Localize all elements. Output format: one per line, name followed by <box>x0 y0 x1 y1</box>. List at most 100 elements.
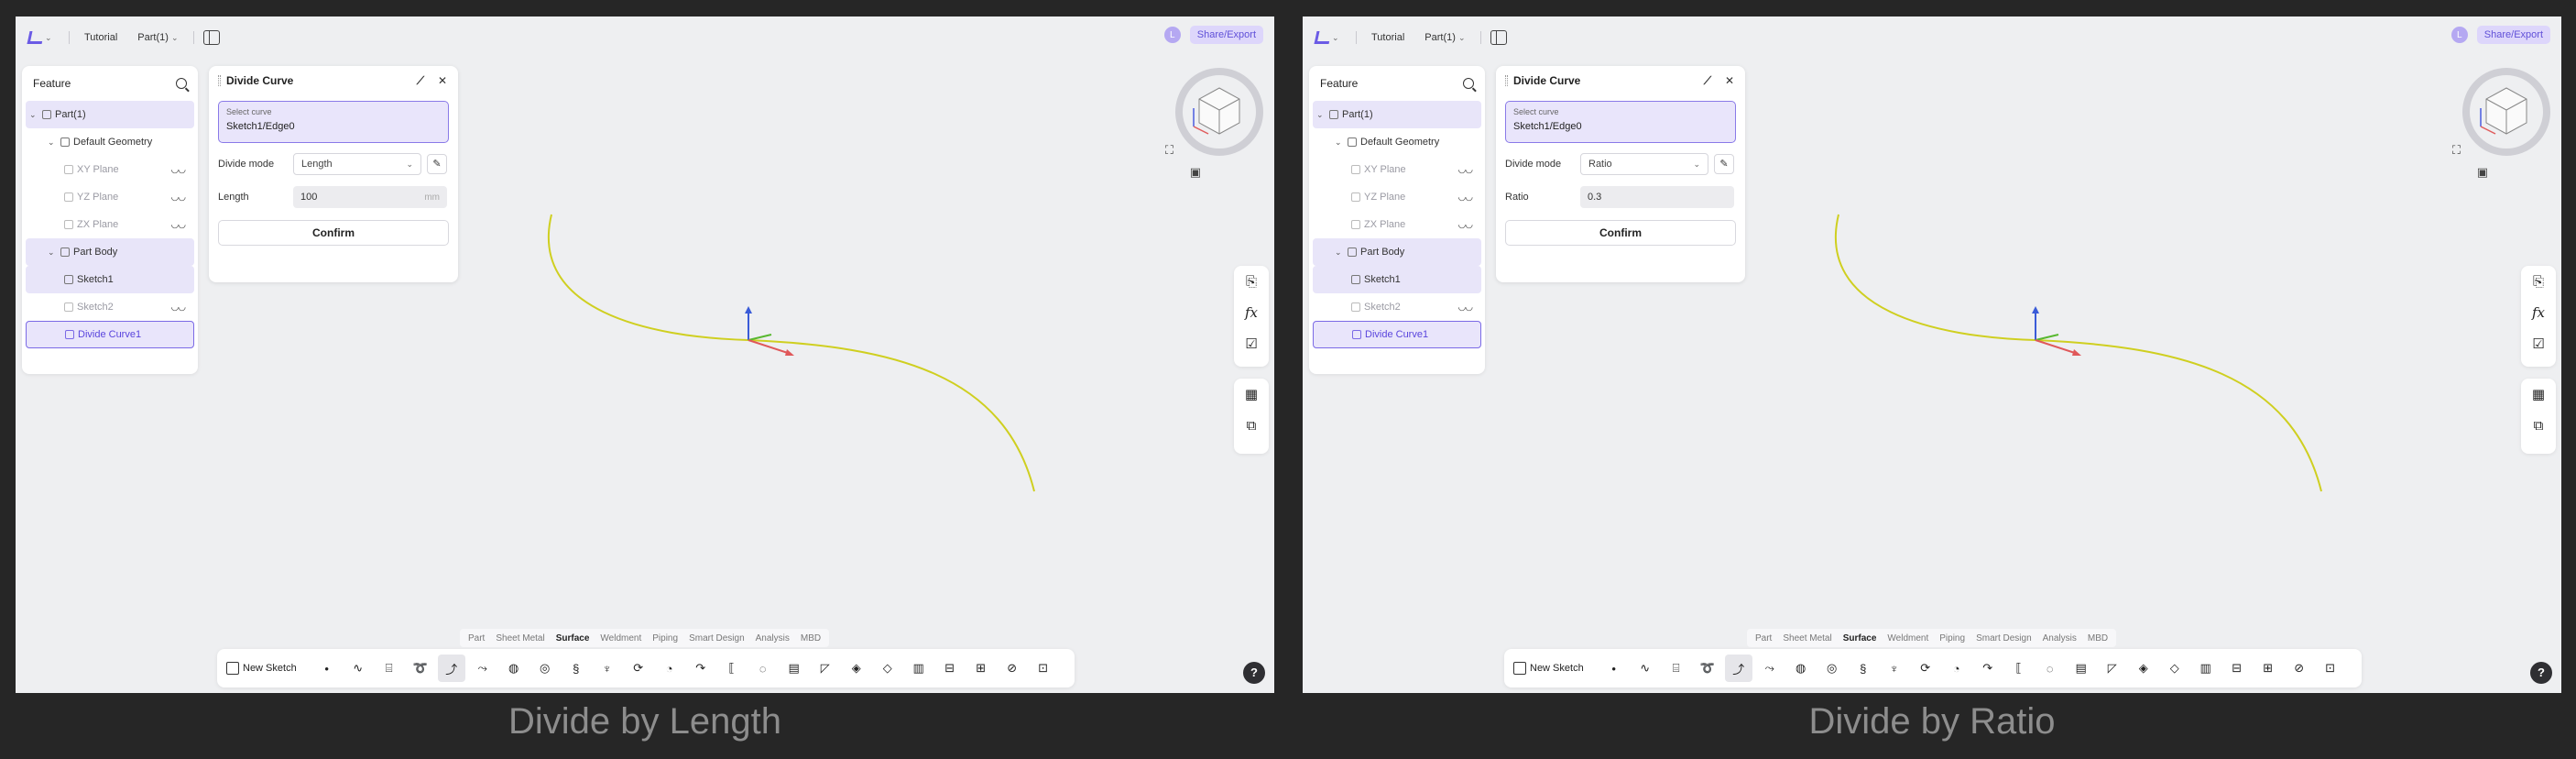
ruled-surface-icon[interactable]: ◸ <box>812 654 839 682</box>
library-icon[interactable]: ▦ <box>1234 379 1269 410</box>
curve[interactable] <box>1835 214 2322 492</box>
viewport-canvas[interactable] <box>1303 16 2561 693</box>
tree-item-sketch1[interactable]: Sketch1 <box>26 266 194 293</box>
app-logo[interactable]: ⌄ <box>1314 28 1347 48</box>
fit-view-icon[interactable]: ⛶ <box>1165 143 1173 158</box>
revolve-surface-icon[interactable]: ◎ <box>1818 654 1846 682</box>
tab-smart-design[interactable]: Smart Design <box>1971 633 2036 644</box>
chevron-down-icon[interactable]: ⌄ <box>1335 138 1344 148</box>
drag-handle-icon[interactable] <box>218 75 221 86</box>
tree-item-xy-plane[interactable]: XY Plane ◡◡ <box>26 156 194 183</box>
library-icon[interactable]: ▦ <box>2521 379 2556 410</box>
close-icon[interactable]: ✕ <box>436 74 449 87</box>
chevron-down-icon[interactable]: ⌄ <box>29 110 38 120</box>
tree-item-part[interactable]: ⌄ Part(1) <box>26 101 194 128</box>
tree-item-part-body[interactable]: ⌄ Part Body <box>1313 238 1481 266</box>
ratio-input[interactable]: 0.3 <box>1580 186 1734 208</box>
projection-icon[interactable]: ⌸ <box>376 654 403 682</box>
tree-item-divide-curve1[interactable]: Divide Curve1 <box>26 321 194 348</box>
delete-face-icon[interactable]: ⊟ <box>936 654 964 682</box>
search-icon[interactable] <box>1463 78 1474 89</box>
function-icon[interactable]: fx <box>2521 297 2556 328</box>
fit-view-icon[interactable]: ⛶ <box>2452 143 2461 158</box>
view-style-icon[interactable]: ▣ <box>2477 165 2488 180</box>
knit-surface-icon[interactable]: ◌ <box>2036 654 2064 682</box>
point-icon[interactable]: • <box>1600 654 1628 682</box>
tab-sheet-metal[interactable]: Sheet Metal <box>491 633 549 644</box>
breadcrumb-tutorial[interactable]: Tutorial <box>79 32 123 43</box>
tab-smart-design[interactable]: Smart Design <box>684 633 749 644</box>
edit-icon[interactable]: ✎ <box>1714 154 1734 174</box>
eye-hidden-icon[interactable]: ◡◡ <box>171 165 186 175</box>
flatten-icon[interactable]: ▥ <box>2192 654 2220 682</box>
extend-surface-icon[interactable]: ↷ <box>1974 654 2002 682</box>
cut-with-surface-icon[interactable]: ⊘ <box>2286 654 2313 682</box>
eye-hidden-icon[interactable]: ◡◡ <box>1458 192 1473 203</box>
tab-mbd[interactable]: MBD <box>796 633 825 644</box>
delete-face-icon[interactable]: ⊟ <box>2223 654 2251 682</box>
eye-hidden-icon[interactable]: ◡◡ <box>171 220 186 230</box>
ruled-surface-icon[interactable]: ◸ <box>2099 654 2126 682</box>
tab-sheet-metal[interactable]: Sheet Metal <box>1778 633 1836 644</box>
length-input[interactable]: 100 mm <box>293 186 447 208</box>
avatar[interactable]: L <box>2450 27 2468 43</box>
revolve-surface-icon[interactable]: ◎ <box>531 654 559 682</box>
tree-item-sketch2[interactable]: Sketch2 ◡◡ <box>1313 293 1481 321</box>
loft-surface-icon[interactable]: ♆ <box>1881 654 1908 682</box>
eye-hidden-icon[interactable]: ◡◡ <box>1458 220 1473 230</box>
new-sketch-button[interactable]: New Sketch <box>1513 662 1597 675</box>
curve[interactable] <box>548 214 1035 492</box>
close-icon[interactable]: ✕ <box>1723 74 1736 87</box>
tab-analysis[interactable]: Analysis <box>751 633 794 644</box>
help-button[interactable]: ? <box>2530 662 2552 684</box>
point-icon[interactable]: • <box>313 654 341 682</box>
measure-icon[interactable]: ⧉ <box>1234 410 1269 441</box>
eye-hidden-icon[interactable]: ◡◡ <box>1458 165 1473 175</box>
checklist-icon[interactable]: ☑ <box>1234 328 1269 359</box>
document-settings-icon[interactable]: ⎘ <box>2521 266 2556 297</box>
tab-mbd[interactable]: MBD <box>2083 633 2112 644</box>
confirm-button[interactable]: Confirm <box>1505 220 1736 246</box>
flatten-icon[interactable]: ▥ <box>905 654 933 682</box>
checklist-icon[interactable]: ☑ <box>2521 328 2556 359</box>
thicken-icon[interactable]: ▤ <box>2068 654 2095 682</box>
tab-weldment[interactable]: Weldment <box>1883 633 1933 644</box>
view-cube[interactable] <box>1173 66 1265 158</box>
boundary-surface-icon[interactable]: ◈ <box>2130 654 2157 682</box>
tree-item-xy-plane[interactable]: XY Plane ◡◡ <box>1313 156 1481 183</box>
spline-icon[interactable]: ∿ <box>344 654 372 682</box>
extrude-surface-icon[interactable]: ◍ <box>1787 654 1815 682</box>
tab-part[interactable]: Part <box>1751 633 1776 644</box>
divide-curve-icon[interactable]: ⤴ <box>1724 654 1752 682</box>
mid-surface-icon[interactable]: ◇ <box>2161 654 2189 682</box>
knit-surface-icon[interactable]: ◌ <box>749 654 777 682</box>
eye-hidden-icon[interactable]: ◡◡ <box>171 192 186 203</box>
replace-face-icon[interactable]: ⊞ <box>967 654 995 682</box>
measure-icon[interactable]: ⧉ <box>2521 410 2556 441</box>
cut-with-surface-icon[interactable]: ⊘ <box>999 654 1026 682</box>
tab-surface[interactable]: Surface <box>551 633 595 644</box>
edit-icon[interactable]: ✎ <box>427 154 447 174</box>
chevron-down-icon[interactable]: ⌄ <box>1316 110 1326 120</box>
document-settings-icon[interactable]: ⎘ <box>1234 266 1269 297</box>
tree-item-divide-curve1[interactable]: Divide Curve1 <box>1313 321 1481 348</box>
divide-curve-icon[interactable]: ⤴ <box>437 654 465 682</box>
trim-surface-icon[interactable]: ⟦ <box>2005 654 2033 682</box>
extend-surface-icon[interactable]: ↷ <box>687 654 715 682</box>
breadcrumb-part[interactable]: Part(1) ⌄ <box>132 32 183 43</box>
bridge-curve-icon[interactable]: ⤳ <box>469 654 497 682</box>
loft-surface-icon[interactable]: ♆ <box>594 654 621 682</box>
eye-hidden-icon[interactable]: ◡◡ <box>1458 302 1473 313</box>
tree-item-default-geometry[interactable]: ⌄ Default Geometry <box>1313 128 1481 156</box>
chevron-down-icon[interactable]: ⌄ <box>1335 248 1344 258</box>
new-sketch-button[interactable]: New Sketch <box>226 662 310 675</box>
app-logo[interactable]: ⌄ <box>27 28 60 48</box>
view-cube[interactable] <box>2461 66 2552 158</box>
pin-icon[interactable]: ⟋ <box>414 74 427 87</box>
divide-mode-select[interactable]: Ratio ⌄ <box>1580 153 1708 175</box>
tab-piping[interactable]: Piping <box>1935 633 1970 644</box>
tree-item-part[interactable]: ⌄ Part(1) <box>1313 101 1481 128</box>
eye-hidden-icon[interactable]: ◡◡ <box>171 302 186 313</box>
help-button[interactable]: ? <box>1243 662 1265 684</box>
helix-icon[interactable]: ➰ <box>1694 654 1721 682</box>
